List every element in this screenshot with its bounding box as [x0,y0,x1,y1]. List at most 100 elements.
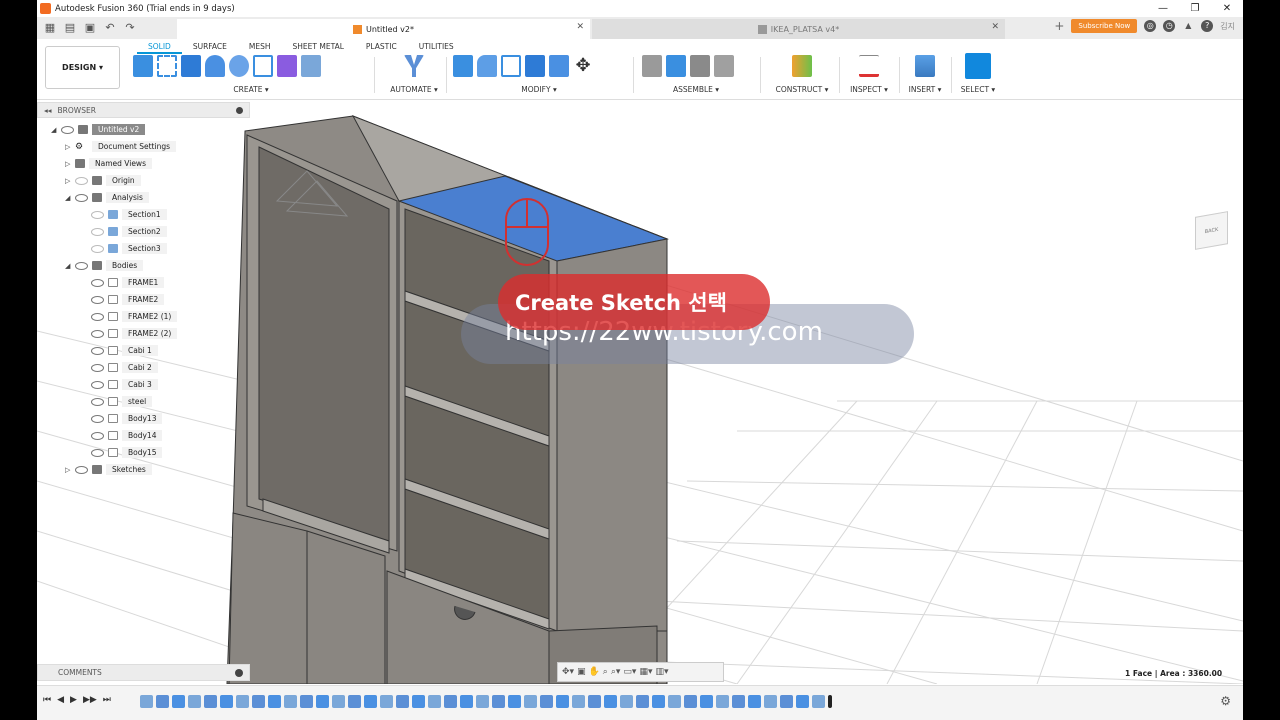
app-grid-icon[interactable]: ▦ [43,21,57,35]
timeline-feature[interactable] [460,695,473,708]
pan-icon[interactable]: ✋ [589,667,600,677]
visibility-icon[interactable] [91,312,104,321]
timeline-feature[interactable] [796,695,809,708]
grid-settings-icon[interactable]: ▦▾ [639,667,652,677]
tree-item-body[interactable]: Body15 [91,446,163,459]
expand-arrow-icon[interactable]: ◢ [65,194,75,202]
tab-utilities[interactable]: UTILITIES [408,41,465,54]
timeline-feature[interactable] [700,695,713,708]
timeline-feature[interactable] [652,695,665,708]
timeline-feature[interactable] [332,695,345,708]
timeline-end-icon[interactable]: ⏭ [103,695,111,705]
expand-arrow-icon[interactable]: ◢ [65,262,75,270]
visibility-icon[interactable] [91,244,104,253]
timeline-feature[interactable] [284,695,297,708]
visibility-icon[interactable] [91,346,104,355]
expand-arrow-icon[interactable]: ▷ [65,466,75,474]
expand-arrow-icon[interactable]: ▷ [65,177,75,185]
timeline-feature[interactable] [380,695,393,708]
timeline-feature[interactable] [508,695,521,708]
tree-item-section2[interactable]: Section2 [91,225,167,238]
pattern-icon[interactable] [253,55,273,77]
tab-plastic[interactable]: PLASTIC [355,41,408,54]
tree-item-sketches[interactable]: ▷ Sketches [65,463,152,476]
extensions-icon[interactable]: ◎ [1144,20,1157,32]
revolve-icon[interactable] [205,55,225,77]
new-component-icon[interactable] [133,55,153,77]
visibility-icon[interactable] [75,261,88,270]
tab-solid[interactable]: SOLID [137,41,182,54]
timeline-feature[interactable] [524,695,537,708]
user-avatar[interactable]: 김지 [1220,21,1235,32]
timeline-feature[interactable] [396,695,409,708]
timeline-play-icon[interactable]: ▶ [70,695,77,705]
visibility-icon[interactable] [91,431,104,440]
timeline-prev-icon[interactable]: ◀ [57,695,64,705]
visibility-icon[interactable] [61,125,74,134]
create-menu[interactable]: CREATE ▾ [133,85,369,94]
timeline-feature[interactable] [188,695,201,708]
split-icon[interactable] [549,55,569,77]
joint-origin-icon[interactable] [714,55,734,77]
redo-icon[interactable]: ↷ [123,21,137,35]
timeline-start-icon[interactable]: ⏮ [43,695,51,705]
close-tab-icon[interactable]: ✕ [576,22,584,32]
tree-item-section1[interactable]: Section1 [91,208,167,221]
timeline-feature[interactable] [540,695,553,708]
visibility-icon[interactable] [91,363,104,372]
construct-menu[interactable]: CONSTRUCT ▾ [770,85,834,94]
visibility-icon[interactable] [91,210,104,219]
extrude-icon[interactable] [181,55,201,77]
fillet-icon[interactable] [477,55,497,77]
view-cube[interactable]: BACK [1195,211,1228,250]
look-at-icon[interactable]: ▣ [577,667,586,677]
tree-item-body[interactable]: Body13 [91,412,163,425]
measure-icon[interactable] [859,55,879,77]
timeline-marker[interactable] [828,695,832,708]
comments-panel[interactable]: COMMENTS [37,664,250,681]
timeline-feature[interactable] [636,695,649,708]
subscribe-button[interactable]: Subscribe Now [1071,19,1138,33]
tab-untitled[interactable]: Untitled v2* ✕ [177,19,590,39]
zoom-icon[interactable]: ⌕ [603,667,608,677]
pin-icon[interactable] [236,106,243,114]
restore-button[interactable]: ❐ [1179,0,1211,17]
modify-menu[interactable]: MODIFY ▾ [453,85,625,94]
new-tab-icon[interactable]: + [1054,19,1064,33]
help-icon[interactable]: ? [1201,20,1214,32]
visibility-icon[interactable] [91,329,104,338]
as-built-joint-icon[interactable] [690,55,710,77]
select-icon[interactable] [965,53,991,79]
timeline-feature[interactable] [748,695,761,708]
tab-mesh[interactable]: MESH [238,41,282,54]
visibility-icon[interactable] [91,380,104,389]
timeline-feature[interactable] [716,695,729,708]
timeline-feature[interactable] [364,695,377,708]
tab-sheet-metal[interactable]: SHEET METAL [282,41,355,54]
visibility-icon[interactable] [91,295,104,304]
visibility-icon[interactable] [91,397,104,406]
tree-item-body[interactable]: FRAME1 [91,276,165,289]
timeline-feature[interactable] [588,695,601,708]
tab-surface[interactable]: SURFACE [182,41,238,54]
tree-item-body[interactable]: FRAME2 (2) [91,327,178,340]
timeline-feature[interactable] [764,695,777,708]
timeline-feature[interactable] [604,695,617,708]
timeline-feature[interactable] [204,695,217,708]
tree-item-origin[interactable]: ▷ Origin [65,174,141,187]
joint-icon[interactable] [642,55,662,77]
hole-icon[interactable] [229,55,249,77]
close-tab-icon[interactable]: ✕ [991,22,999,32]
undo-icon[interactable]: ↶ [103,21,117,35]
display-settings-icon[interactable]: ▭▾ [623,667,636,677]
tree-item-body[interactable]: steel [91,395,153,408]
insert-image-icon[interactable] [915,55,935,77]
timeline-feature[interactable] [172,695,185,708]
shell-icon[interactable] [501,55,521,77]
expand-arrow-icon[interactable]: ▷ [65,160,75,168]
tab-ikea[interactable]: IKEA_PLATSA v4* ✕ [592,19,1005,39]
tree-item-named-views[interactable]: ▷ Named Views [65,157,152,170]
insert-menu[interactable]: INSERT ▾ [903,85,947,94]
automate-icon[interactable] [404,55,424,77]
close-window-button[interactable]: ✕ [1211,0,1243,17]
